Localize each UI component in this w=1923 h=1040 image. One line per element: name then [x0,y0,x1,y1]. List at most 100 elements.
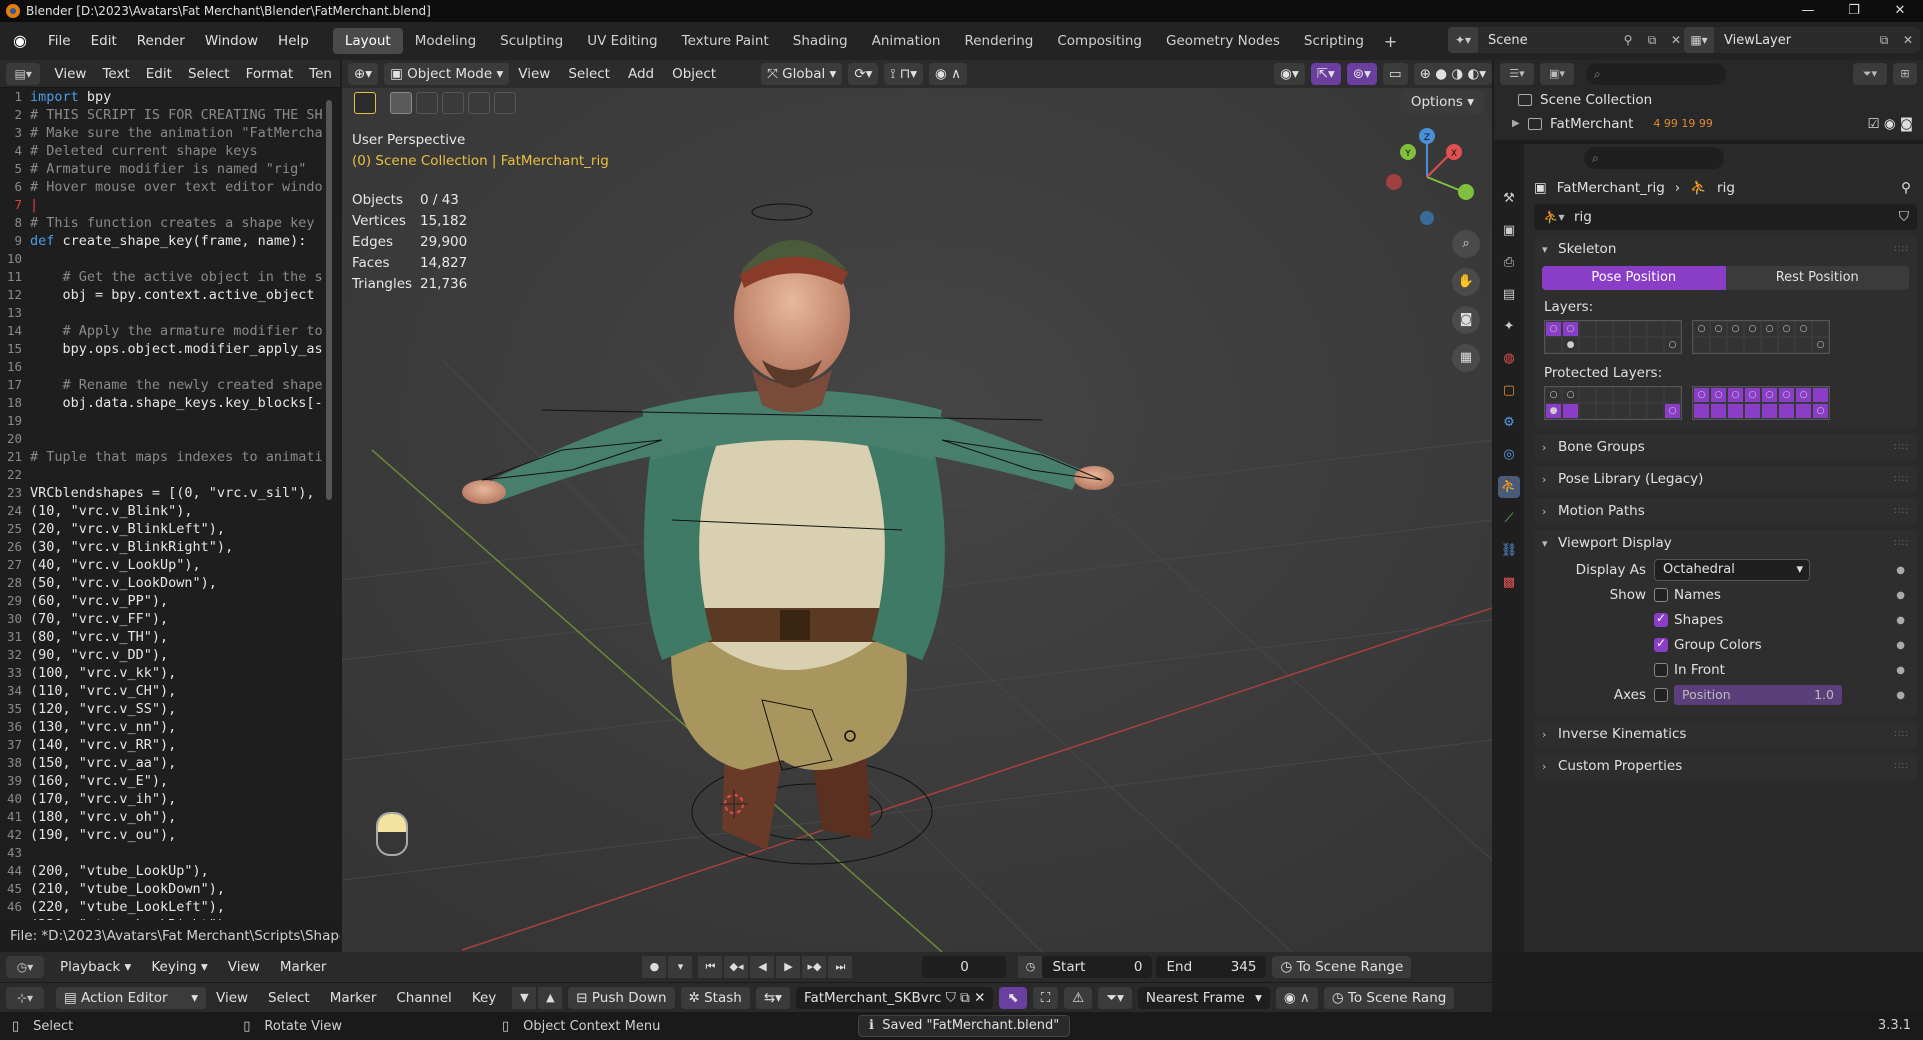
outliner-scene-collection[interactable]: Scene Collection [1494,88,1923,112]
drag-handle-icon[interactable]: ∷∷ [1894,244,1909,255]
vp-menu-object[interactable]: Object [663,66,725,82]
code-line[interactable]: 16 [0,358,340,376]
axes-checkbox[interactable] [1654,688,1668,702]
armature-browse-icon[interactable]: ⛹▾ [1534,210,1574,224]
pin-icon[interactable]: ⚲ [1616,33,1640,47]
armature-name-value[interactable]: rig [1574,209,1592,225]
tab-sculpting[interactable]: Sculpting [488,28,575,54]
tab-rendering[interactable]: Rendering [952,28,1045,54]
layers-block-right[interactable]: ○ ○ ○ ○ ○ ○ ○ ○ [1692,320,1830,354]
close-button[interactable]: ✕ [1877,0,1923,22]
drag-handle-icon[interactable]: ∷∷ [1894,506,1909,517]
select-new-icon[interactable] [390,92,412,114]
code-line[interactable]: 2 # THIS SCRIPT IS FOR CREATING THE SH [0,106,340,124]
playback-menu[interactable]: Playback ▾ [50,959,141,975]
ae-to-scene-range-button[interactable]: ◷ To Scene Rang [1323,986,1455,1009]
drag-handle-icon[interactable]: ∷∷ [1894,538,1909,549]
code-line[interactable]: 41 (180, "vrc.v_oh"), [0,808,340,826]
keyframe-dot-icon[interactable]: ● [1896,565,1905,576]
panel-header[interactable]: › Pose Library (Legacy) ∷∷ [1534,466,1917,492]
visibility-icon[interactable]: ◉▾ [1274,63,1305,85]
te-menu-format[interactable]: Format [238,66,302,82]
select-invert-icon[interactable] [468,92,490,114]
fake-user-shield-icon[interactable]: ⛉ [946,987,956,1009]
render-tab-icon[interactable]: ▣ [1498,220,1520,242]
pan-hand-icon[interactable]: ✋ [1452,268,1480,296]
camera-icon[interactable]: ◙ [1452,306,1480,334]
maximize-button[interactable]: ❐ [1831,0,1877,22]
code-line[interactable]: 31 (80, "vrc.v_TH"), [0,628,340,646]
code-line[interactable]: 28 (50, "vrc.v_LookDown"), [0,574,340,592]
code-line[interactable]: 44 (200, "vtube_LookUp"), [0,862,340,880]
timeline-view-menu[interactable]: View [218,959,270,975]
group-colors-checkbox[interactable] [1654,636,1668,652]
ae-menu-key[interactable]: Key [462,990,506,1006]
current-frame-field[interactable]: 0 [922,956,1007,978]
zoom-icon[interactable]: ⌕ [1452,230,1480,258]
proportional-edit-icon[interactable]: ◉ ∧ [1275,986,1318,1009]
tab-modeling[interactable]: Modeling [403,28,488,54]
minimize-button[interactable]: — [1785,0,1831,22]
ae-menu-marker[interactable]: Marker [320,990,387,1006]
visibility-toggles[interactable]: ☑ ◉ ◙ [1867,112,1913,136]
code-line[interactable]: 5 # Armature modifier is named "rig" [0,160,340,178]
blender-logo-icon[interactable]: ◉ [10,31,30,51]
code-area[interactable]: 1 import bpy 2 # THIS SCRIPT IS FOR CREATIN… [0,88,340,920]
overlay-toggle-icon[interactable]: ⊚▾ [1346,63,1377,85]
play-reverse-icon[interactable]: ◀ [750,956,775,978]
scene-name[interactable]: Scene [1478,33,1616,48]
in-front-checkbox[interactable] [1654,663,1668,677]
code-line[interactable]: 8 # This function creates a shape key [0,214,340,232]
tab-geometry-nodes[interactable]: Geometry Nodes [1154,28,1292,54]
code-line[interactable]: 39 (160, "vrc.v_E"), [0,772,340,790]
tab-compositing[interactable]: Compositing [1045,28,1154,54]
snap-icon[interactable]: ⟟ ⊓▾ [884,63,924,85]
fake-user-shield-icon[interactable]: ⛉ [1899,209,1909,225]
next-keyframe-icon[interactable]: ▸◆ [802,956,827,978]
output-tab-icon[interactable]: ⎙ [1498,252,1520,274]
code-line[interactable]: 32 (90, "vrc.v_DD"), [0,646,340,664]
world-tab-icon[interactable]: ◍ [1498,348,1520,370]
outliner-search-input[interactable]: ⌕ [1586,63,1726,85]
panel-header[interactable]: › Custom Properties ∷∷ [1534,753,1917,779]
viewport-editor-type-icon[interactable]: ⊕▾ [348,63,379,85]
menu-window[interactable]: Window [195,28,268,54]
shapes-checkbox[interactable] [1654,611,1668,627]
3d-viewport[interactable]: ⊕▾ ▣ Object Mode ▾ View Select Add Objec… [342,60,1492,952]
proportional-edit-icon[interactable]: ◉ ∧ [929,63,967,85]
code-line[interactable]: 6 # Hover mouse over text editor windo [0,178,340,196]
select-extend-icon[interactable] [416,92,438,114]
pivot-point-icon[interactable]: ⟳▾ [848,63,879,85]
bone-tab-icon[interactable]: ⟋ [1498,508,1520,530]
te-menu-text[interactable]: Text [94,66,137,82]
play-icon[interactable]: ▶ [776,956,801,978]
code-line[interactable]: 33 (100, "vrc.v_kk"), [0,664,340,682]
menu-help[interactable]: Help [268,28,319,54]
modifier-tab-icon[interactable]: ⚙ [1498,412,1520,434]
tab-shading[interactable]: Shading [781,28,860,54]
show-hidden-icon[interactable]: ⛶ [1032,986,1059,1009]
display-as-dropdown[interactable]: Octahedral ▾ [1654,559,1810,581]
ae-menu-view[interactable]: View [206,990,258,1006]
preview-range-icon[interactable]: ◷ [1018,956,1043,978]
code-line[interactable]: 4 # Deleted current shape keys [0,142,340,160]
code-line[interactable]: 22 [0,466,340,484]
code-line[interactable]: 40 (170, "vrc.v_ih"), [0,790,340,808]
te-menu-select[interactable]: Select [180,66,238,82]
code-line[interactable]: 42 (190, "vrc.v_ou"), [0,826,340,844]
breadcrumb-data[interactable]: rig [1717,180,1735,196]
code-line[interactable]: 21 # Tuple that maps indexes to animati [0,448,340,466]
code-line[interactable]: 43 [0,844,340,862]
pose-position-button[interactable]: Pose Position [1542,266,1726,290]
outliner-editor-type-icon[interactable]: ☰▾ [1500,63,1534,85]
viewport-display-header[interactable]: ▾ Viewport Display ∷∷ [1534,530,1917,556]
code-line[interactable]: 14 # Apply the armature modifier to [0,322,340,340]
outliner-item-fatmerchant[interactable]: ▶ FatMerchant 4 99 19 99 ☑ ◉ ◙ [1494,112,1923,136]
drag-handle-icon[interactable]: ∷∷ [1894,474,1909,485]
layer-up-icon[interactable]: ▲ [538,986,563,1009]
scene-tab-icon[interactable]: ✦ [1498,316,1520,338]
timeline-editor-type-icon[interactable]: ◷▾ [6,956,44,978]
code-line[interactable]: 10 [0,250,340,268]
vp-menu-add[interactable]: Add [619,66,663,82]
object-tab-icon[interactable]: ▢ [1498,380,1520,402]
